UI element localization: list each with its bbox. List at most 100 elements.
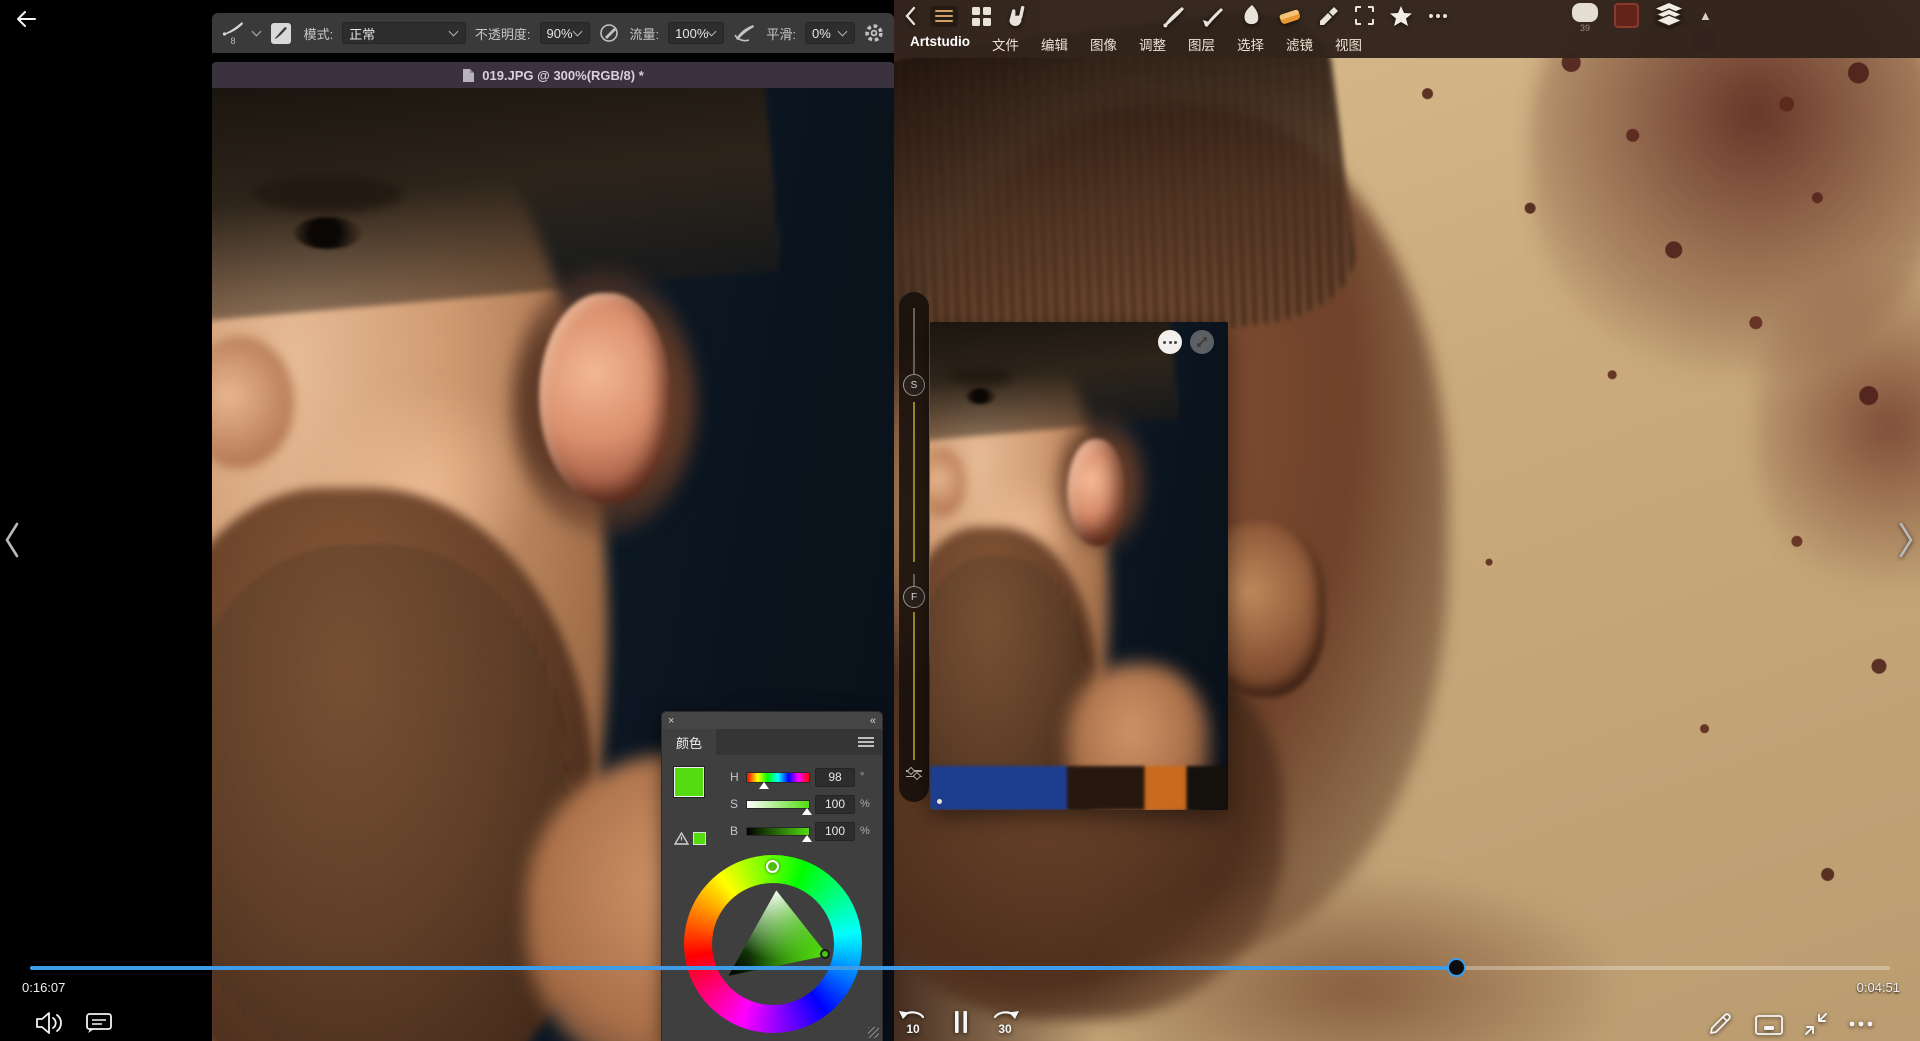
brush-slider-strip: S F [899,292,929,802]
airbrush-toggle-button[interactable] [599,23,621,43]
layers-button[interactable] [1655,3,1683,28]
menu-adjust[interactable]: 调整 [1139,34,1166,54]
photo-ear-shape [1067,439,1124,546]
menu-artstudio[interactable]: Artstudio [910,34,970,54]
menu-edit[interactable]: 编辑 [1041,34,1068,54]
chevron-down-icon[interactable] [252,27,262,37]
forward-30-button[interactable]: 30 [988,1006,1022,1038]
rewind-seconds: 10 [906,1022,920,1036]
size-slider-active-track[interactable] [913,402,915,562]
more-options-button[interactable] [1848,1020,1874,1028]
gamut-color-chip[interactable] [693,832,706,845]
saturation-slider-thumb[interactable] [802,808,812,815]
menu-select[interactable]: 选择 [1237,34,1264,54]
foreground-color-swatch[interactable] [674,767,704,797]
volume-button[interactable] [34,1010,64,1036]
elapsed-time: 0:16:07 [22,980,65,995]
menu-file[interactable]: 文件 [992,34,1019,54]
reference-options-button[interactable] [1158,330,1182,354]
current-color-swatch[interactable] [1614,3,1639,28]
menu-image[interactable]: 图像 [1090,34,1117,54]
menu-filter[interactable]: 滤镜 [1286,34,1313,54]
previous-video-button[interactable] [4,520,20,560]
brightness-label: B [730,824,741,838]
tab-color[interactable]: 颜色 [662,729,716,755]
flow-slider-active-track[interactable] [913,612,915,760]
back-button[interactable] [14,8,38,30]
reference-expand-button[interactable] [1190,330,1214,354]
panel-menu-icon[interactable] [858,737,874,747]
smudge-tool[interactable] [1240,4,1262,28]
size-slider-track[interactable] [913,308,915,382]
favorites-star-tool[interactable] [1389,5,1413,27]
menu-layer[interactable]: 图层 [1188,34,1215,54]
ps-options-toolbar: 8 模式: 正常 不透明度: 90% [212,13,894,53]
hue-value-field[interactable]: 98 [815,768,855,787]
collapse-panel-icon[interactable]: « [870,715,876,727]
photo-eye-shape [294,217,362,249]
picture-in-picture-button[interactable] [1754,1013,1784,1037]
gesture-settings-button[interactable] [1005,5,1029,27]
annotate-pencil-button[interactable] [1706,1010,1734,1038]
reference-photo [930,322,1228,810]
smoothing-toggle-button[interactable] [733,23,757,43]
hue-marker[interactable] [766,860,779,873]
saturation-slider[interactable] [746,800,810,809]
slider-settings-icon[interactable] [906,770,922,777]
menu-view[interactable]: 视图 [1335,34,1362,54]
flow-slider-handle[interactable]: F [903,586,925,608]
brightness-slider-row: B 100 % [730,821,870,841]
progress-bar[interactable] [30,966,1890,970]
brush-icon [274,26,288,40]
color-panel-header: × « [662,712,882,729]
artstudio-menubar: Artstudio 文件 编辑 图像 调整 图层 选择 滤镜 视图 [910,34,1362,54]
brightness-slider[interactable] [746,827,810,836]
brush-panel-toggle-button[interactable] [271,23,291,44]
document-title-bar[interactable]: 019.JPG @ 300%(RGB/8) * [212,62,894,88]
eraser-tool-active[interactable] [1277,5,1303,27]
saturation-slider-row: S 100 % [730,794,870,814]
back-chevron-button[interactable] [904,6,916,26]
brush-stroke-icon [222,21,244,36]
gallery-grid-button[interactable] [972,7,991,26]
exit-fullscreen-button[interactable] [1802,1010,1830,1038]
brush-preset-button[interactable]: 8 [222,21,244,46]
size-slider-handle[interactable]: S [903,374,925,396]
main-menu-button[interactable] [930,6,958,27]
reference-image-window[interactable] [930,322,1228,810]
pause-button[interactable] [952,1009,970,1035]
mode-select[interactable]: 正常 [342,22,466,44]
opacity-value: 90% [547,26,573,41]
rewind-10-button[interactable]: 10 [896,1006,930,1038]
hue-slider[interactable] [746,772,810,783]
photo-brow-shape [253,174,403,212]
next-video-button[interactable] [1898,520,1914,560]
opacity-label: 不透明度: [475,24,531,43]
settings-gear-button[interactable] [864,23,884,43]
collapse-toolbar-icon[interactable]: ▲ [1699,3,1712,28]
eyedropper-tool[interactable] [1318,5,1340,27]
selection-tool[interactable] [1355,6,1374,25]
smoothing-select[interactable]: 0% [805,22,855,44]
progress-thumb[interactable] [1447,958,1466,977]
saturation-value-field[interactable]: 100 [815,795,855,814]
sv-marker[interactable] [820,949,830,959]
photo-jersey-shape [930,766,1228,810]
close-icon[interactable]: × [668,715,674,727]
hue-slider-thumb[interactable] [759,782,769,789]
more-tools-button[interactable] [1428,13,1448,19]
flow-select[interactable]: 100% [668,22,724,44]
chevron-down-icon [707,27,717,37]
brush-size-preview-button[interactable]: 39 [1572,3,1598,33]
document-title: 019.JPG @ 300%(RGB/8) * [482,68,644,83]
panel-resize-grip[interactable] [868,1027,879,1038]
brightness-slider-thumb[interactable] [802,835,812,842]
color-wheel[interactable] [662,849,882,1041]
opacity-select[interactable]: 90% [540,22,590,44]
paintbrush-tool[interactable] [1162,4,1186,28]
wet-brush-tool[interactable] [1201,4,1225,28]
mode-value: 正常 [349,24,375,43]
brightness-value-field[interactable]: 100 [815,822,855,841]
photo-eye-shape [966,388,996,405]
captions-button[interactable] [84,1010,114,1036]
